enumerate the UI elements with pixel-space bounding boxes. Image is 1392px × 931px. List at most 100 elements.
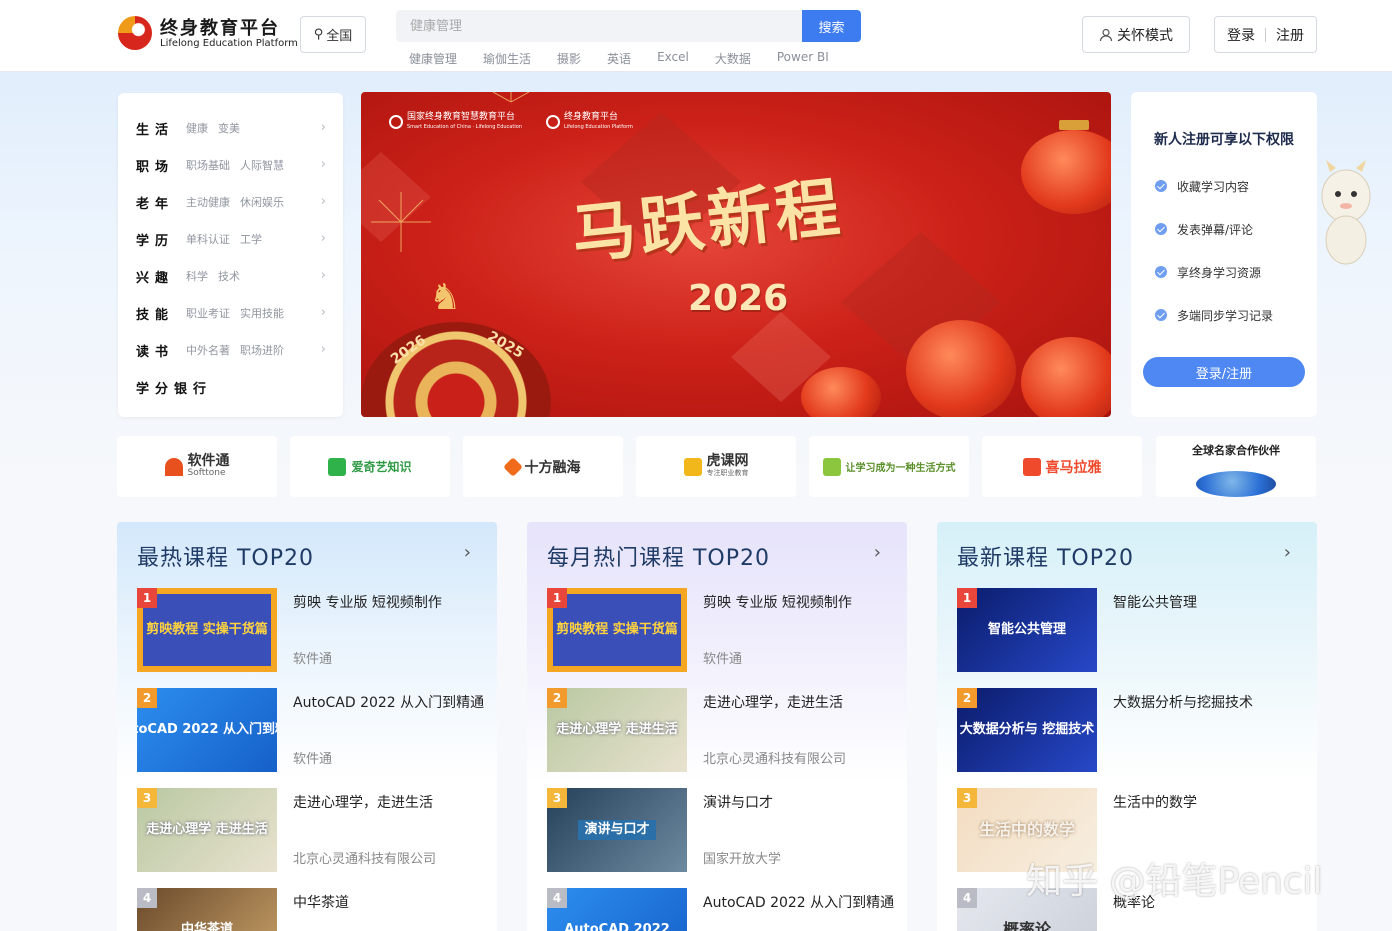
course-thumbnail[interactable]: AutoCAD 2022 4 [547,888,687,931]
care-mode-button[interactable]: 关怀模式 [1082,16,1190,53]
mascot-icon[interactable] [1316,158,1376,268]
course-name[interactable]: AutoCAD 2022 从入门到精通 [293,692,484,712]
hero-banner[interactable]: 国家终身教育智慧教育平台 Smart Education of China · … [361,92,1111,417]
category-sub[interactable]: 实用技能 [240,305,284,321]
category-sub[interactable]: 职场进阶 [240,342,284,358]
partner-learning-lifestyle[interactable]: 让学习成为一种生活方式 [809,436,969,497]
course-thumbnail[interactable]: 走进心理学 走进生活 3 [137,788,277,872]
category-item-career[interactable]: 职场 职场基础 人际智慧 › [136,155,326,175]
category-sub[interactable]: 单科认证 [186,231,230,247]
category-title: 学历 [136,233,175,249]
course-thumbnail[interactable]: 演讲与口才 3 [547,788,687,872]
category-item-skills[interactable]: 技能 职业考证 实用技能 › [136,303,326,323]
course-thumbnail[interactable]: 剪映教程 实操干货篇 1 [137,588,277,672]
rank-badge: 2 [957,688,977,708]
course-card[interactable]: 走进心理学 走进生活 3 走进心理学，走进生活 北京心灵通科技有限公司 [137,788,487,872]
category-title: 读书 [136,344,175,360]
category-sub[interactable]: 休闲娱乐 [240,194,284,210]
partner-shifangronghai[interactable]: 十方融海 [463,436,623,497]
hot-word[interactable]: Excel [657,50,689,68]
search-button[interactable]: 搜索 [802,10,861,42]
category-sub[interactable]: 中外名著 [186,342,230,358]
course-card[interactable]: 走进心理学 走进生活 2 走进心理学，走进生活 北京心灵通科技有限公司 [547,688,897,772]
hot-word[interactable]: 健康管理 [409,50,457,68]
course-thumbnail[interactable]: 中华茶道 4 [137,888,277,931]
course-card[interactable]: 剪映教程 实操干货篇 1 剪映 专业版 短视频制作 软件通 [547,588,897,672]
rank-badge: 3 [547,788,567,808]
course-name[interactable]: 智能公共管理 [1113,592,1197,612]
register-link[interactable]: 注册 [1276,25,1304,45]
partner-name: 全球名家合作伙伴 [1192,444,1280,457]
category-title: 生活 [136,122,175,138]
category-item-life[interactable]: 生活 健康 变美 › [136,118,326,138]
partner-softtone[interactable]: 软件通 Softtone [117,436,277,497]
partner-ximalaya[interactable]: 喜马拉雅 [982,436,1142,497]
course-card[interactable]: AutoCAD 2022 4 AutoCAD 2022 从入门到精通 [547,888,897,931]
course-name[interactable]: 走进心理学，走进生活 [293,792,433,812]
region-selector-button[interactable]: ⚲ 全国 [300,16,366,53]
huke-icon [683,457,702,476]
course-name[interactable]: AutoCAD 2022 从入门到精通 [703,892,894,912]
course-name[interactable]: 剪映 专业版 短视频制作 [703,592,852,612]
category-sub[interactable]: 健康 [186,120,208,136]
hot-word[interactable]: 大数据 [715,50,751,68]
category-sub[interactable]: 技术 [218,268,240,284]
thumb-label: 演讲与口才 [578,820,656,840]
rank-badge: 3 [137,788,157,808]
course-name[interactable]: 大数据分析与挖掘技术 [1113,692,1253,712]
hot-word[interactable]: 瑜伽生活 [483,50,531,68]
site-logo[interactable]: 终身教育平台 Lifelong Education Platform [118,14,298,54]
category-item-senior[interactable]: 老年 主动健康 休闲娱乐 › [136,192,326,212]
course-card[interactable]: 中华茶道 4 中华茶道 [137,888,487,931]
course-name[interactable]: 中华茶道 [293,892,349,912]
care-mode-label: 关怀模式 [1117,27,1173,44]
category-sub[interactable]: 职场基础 [186,157,230,173]
course-card[interactable]: AutoCAD 2022 从入门到精通 2 AutoCAD 2022 从入门到精… [137,688,487,772]
course-thumbnail[interactable]: 智能公共管理 1 [957,588,1097,672]
course-card[interactable]: 大数据分析与 挖掘技术 2 大数据分析与挖掘技术 [957,688,1307,772]
partner-hukewang[interactable]: 虎课网 专注职业教育 [636,436,796,497]
course-card[interactable]: 演讲与口才 3 演讲与口才 国家开放大学 [547,788,897,872]
globe-icon [1196,471,1276,497]
category-sub[interactable]: 工学 [240,231,262,247]
course-thumbnail[interactable]: 剪映教程 实操干货篇 1 [547,588,687,672]
category-sub[interactable]: 主动健康 [186,194,230,210]
search-input[interactable] [396,10,802,42]
hot-word[interactable]: 英语 [607,50,631,68]
rank-badge: 4 [137,888,157,908]
category-item-reading[interactable]: 读书 中外名著 职场进阶 › [136,340,326,360]
chevron-right-icon[interactable]: › [874,542,881,563]
partner-iqiyi[interactable]: 爱奇艺知识 [290,436,450,497]
category-sub[interactable]: 变美 [218,120,240,136]
course-name[interactable]: 走进心理学，走进生活 [703,692,843,712]
hot-word[interactable]: 摄影 [557,50,581,68]
course-thumbnail[interactable]: AutoCAD 2022 从入门到精通 2 [137,688,277,772]
rank-badge: 3 [957,788,977,808]
chevron-right-icon[interactable]: › [464,542,471,563]
course-name[interactable]: 剪映 专业版 短视频制作 [293,592,442,612]
course-provider: 软件通 [293,652,333,667]
login-link[interactable]: 登录 [1227,25,1255,45]
partner-global-experts[interactable]: 全球名家合作伙伴 [1156,436,1316,497]
rank-badge: 2 [547,688,567,708]
category-item-credit-bank[interactable]: 学分银行 [136,377,326,397]
course-card[interactable]: 智能公共管理 1 智能公共管理 [957,588,1307,672]
hot-word[interactable]: Power BI [777,50,829,68]
category-sub[interactable]: 职业考证 [186,305,230,321]
course-card[interactable]: 剪映教程 实操干货篇 1 剪映 专业版 短视频制作 软件通 [137,588,487,672]
course-name[interactable]: 演讲与口才 [703,792,773,812]
login-register-button[interactable]: 登录/注册 [1143,357,1305,387]
course-thumbnail[interactable]: 大数据分析与 挖掘技术 2 [957,688,1097,772]
category-sub[interactable]: 人际智慧 [240,157,284,173]
course-provider: 软件通 [703,652,743,667]
category-title: 技能 [136,307,175,323]
course-thumbnail[interactable]: 走进心理学 走进生活 2 [547,688,687,772]
category-sub[interactable]: 科学 [186,268,208,284]
category-item-interest[interactable]: 兴趣 科学 技术 › [136,266,326,286]
banner-year: 2026 [688,278,789,319]
partner-name: 爱奇艺知识 [351,460,412,474]
chevron-right-icon[interactable]: › [1284,542,1291,563]
category-item-degree[interactable]: 学历 单科认证 工学 › [136,229,326,249]
course-name[interactable]: 生活中的数学 [1113,792,1197,812]
thumb-label: 概率论 [1002,920,1051,931]
